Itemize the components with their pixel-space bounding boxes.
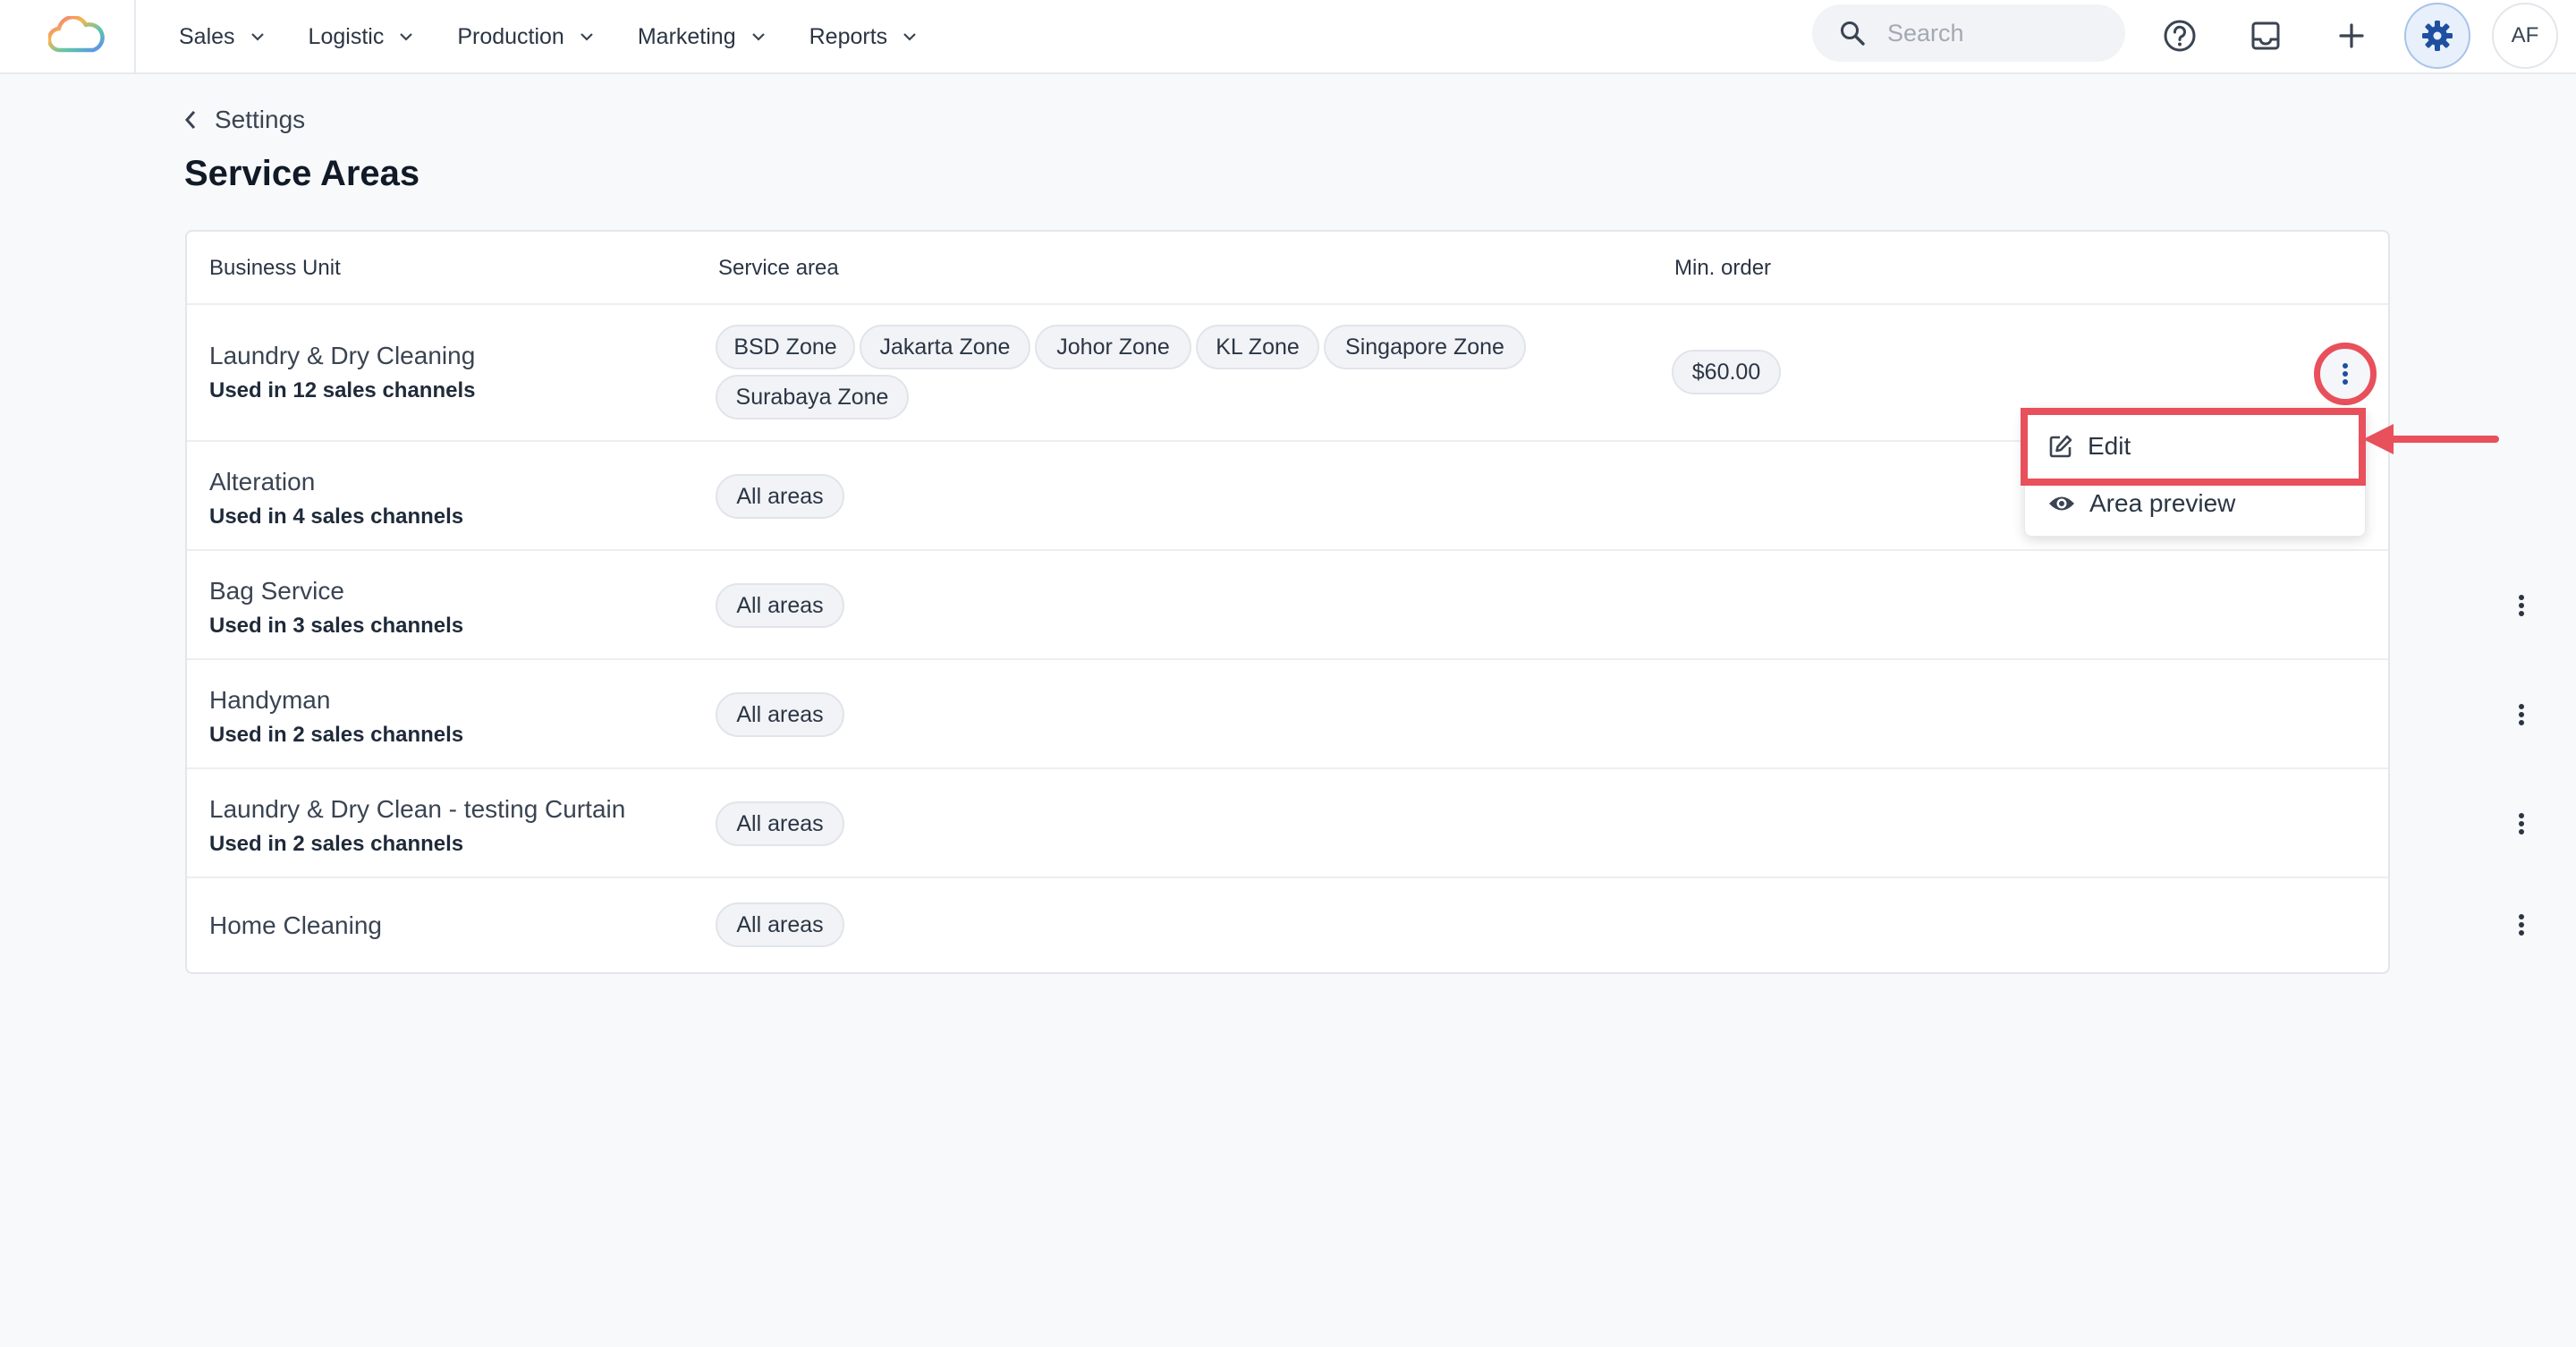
business-unit-name: Handyman	[209, 686, 331, 714]
nav-reports[interactable]: Reports	[809, 24, 917, 50]
business-unit-name: Alteration	[209, 468, 316, 496]
area-chip: Jakarta Zone	[860, 325, 1030, 369]
table-header: Business Unit Service area Min. order	[187, 232, 2388, 305]
back-label: Settings	[215, 106, 306, 133]
area-chip: All areas	[716, 692, 844, 737]
eye-icon	[2049, 496, 2074, 511]
settings-button[interactable]	[2404, 3, 2470, 69]
more-vertical-icon	[2519, 704, 2524, 725]
gear-icon	[2422, 21, 2453, 51]
business-unit-name: Home Cleaning	[209, 911, 382, 939]
row-actions-button[interactable]	[2504, 806, 2539, 842]
table-row[interactable]: Home Cleaning All areas	[187, 878, 2524, 972]
nav-logistic[interactable]: Logistic	[309, 24, 413, 50]
row-actions-menu: Edit Area preview	[2024, 408, 2366, 537]
nav-label: Sales	[179, 24, 235, 49]
area-preview-label: Area preview	[2089, 489, 2236, 517]
help-icon	[2164, 20, 2196, 52]
nav-production[interactable]: Production	[457, 24, 593, 50]
search-icon	[1841, 21, 1865, 46]
area-chip: BSD Zone	[716, 325, 855, 369]
chevron-down-icon	[751, 33, 765, 41]
nav-marketing[interactable]: Marketing	[638, 24, 765, 50]
edit-label: Edit	[2088, 432, 2131, 460]
nav-label: Marketing	[637, 24, 736, 49]
more-vertical-icon	[2519, 595, 2524, 616]
user-avatar[interactable]: AF	[2492, 3, 2558, 69]
more-vertical-icon	[2343, 363, 2348, 385]
page-title: Service Areas	[184, 154, 420, 193]
area-chip: All areas	[716, 583, 844, 628]
table-row[interactable]: Laundry & Dry Clean - testing Curtain Us…	[187, 769, 2524, 878]
row-actions-button[interactable]	[2504, 907, 2539, 943]
search-box[interactable]	[1812, 4, 2125, 62]
search-input[interactable]	[1885, 18, 2104, 48]
business-unit-name: Bag Service	[209, 577, 344, 605]
avatar-initials: AF	[2511, 23, 2539, 47]
table-row[interactable]: Bag Service Used in 3 sales channels All…	[187, 551, 2524, 660]
area-chip: All areas	[716, 474, 844, 519]
chevron-down-icon	[580, 33, 593, 41]
sales-channels-count: Used in 4 sales channels	[209, 504, 464, 529]
inbox-button[interactable]	[2241, 11, 2291, 61]
add-button[interactable]	[2326, 11, 2377, 61]
annotation-arrow-icon	[2363, 424, 2499, 454]
area-chip: All areas	[716, 801, 844, 846]
chevron-down-icon	[400, 33, 413, 41]
area-chip: Surabaya Zone	[716, 375, 909, 419]
nav-label: Production	[457, 24, 564, 49]
sales-channels-count: Used in 12 sales channels	[209, 378, 476, 402]
min-order-badge: $60.00	[1672, 350, 1781, 394]
help-button[interactable]	[2155, 11, 2205, 61]
nav-label: Logistic	[308, 24, 385, 49]
main-nav: Sales Logistic Production Marketing Repo…	[179, 0, 961, 74]
menu-item-area-preview[interactable]: Area preview	[2025, 475, 2365, 532]
row-actions-button[interactable]	[2504, 588, 2539, 623]
service-areas-table: Business Unit Service area Min. order La…	[185, 230, 2524, 974]
header-service-area: Service area	[718, 256, 839, 280]
area-chip: All areas	[716, 902, 844, 947]
menu-item-edit[interactable]: Edit	[2025, 418, 2365, 475]
business-unit-name: Laundry & Dry Cleaning	[209, 342, 476, 369]
nav-sales[interactable]: Sales	[179, 24, 264, 50]
sales-channels-count: Used in 2 sales channels	[209, 723, 464, 747]
sales-channels-count: Used in 2 sales channels	[209, 832, 464, 856]
row-actions-button-active[interactable]	[2314, 343, 2377, 405]
row-actions-button[interactable]	[2504, 697, 2539, 733]
chevron-down-icon	[903, 33, 916, 41]
logo-cell	[0, 0, 136, 74]
header-min-order: Min. order	[1674, 256, 1772, 280]
sales-channels-count: Used in 3 sales channels	[209, 614, 464, 638]
chevron-down-icon	[250, 33, 264, 41]
inbox-icon	[2251, 21, 2280, 50]
area-chip: Johor Zone	[1035, 325, 1191, 369]
business-unit-name: Laundry & Dry Clean - testing Curtain	[209, 795, 626, 823]
back-to-settings-link[interactable]: Settings	[184, 106, 305, 134]
nav-label: Reports	[809, 24, 888, 49]
header-business-unit: Business Unit	[209, 256, 341, 280]
cloud-logo-icon[interactable]	[48, 16, 106, 54]
area-chip: Singapore Zone	[1324, 325, 1526, 369]
plus-icon	[2339, 23, 2364, 48]
more-vertical-icon	[2519, 914, 2524, 936]
more-vertical-icon	[2519, 813, 2524, 834]
chevron-left-icon	[184, 111, 196, 129]
table-row[interactable]: Handyman Used in 2 sales channels All ar…	[187, 660, 2524, 769]
edit-icon	[2049, 435, 2072, 458]
top-navigation-bar: Sales Logistic Production Marketing Repo…	[0, 0, 2576, 74]
area-chip: KL Zone	[1196, 325, 1319, 369]
